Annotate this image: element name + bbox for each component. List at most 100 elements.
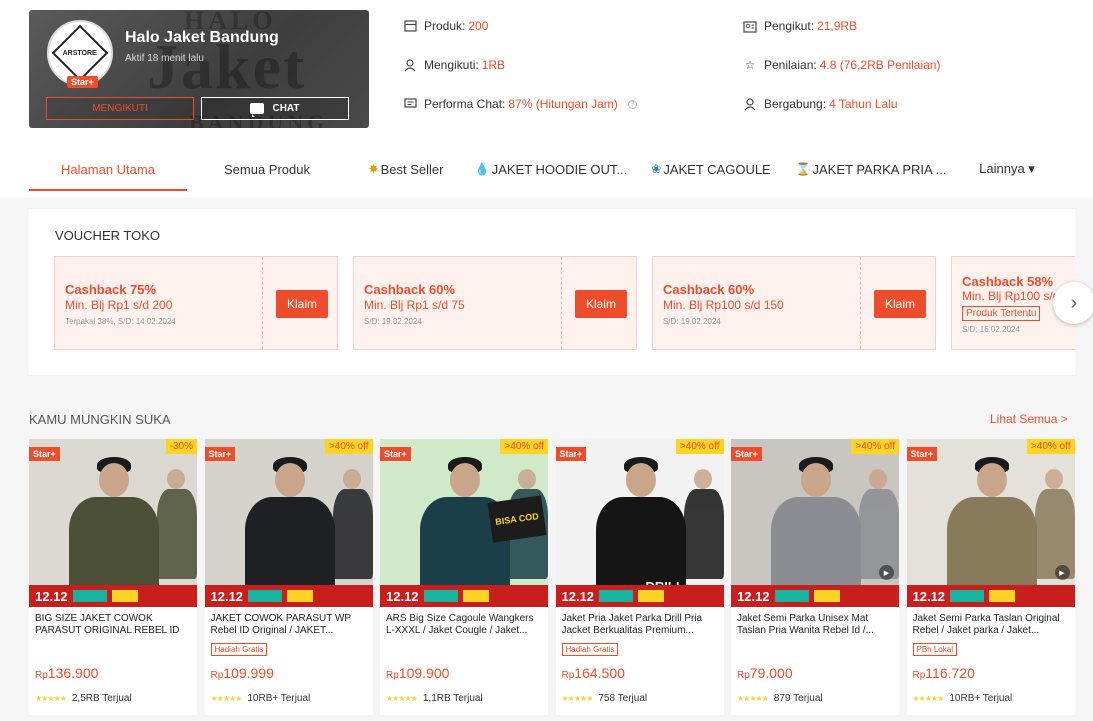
star-outline-icon: ☆ <box>744 58 756 72</box>
price-value: 136.900 <box>47 665 99 681</box>
product-name[interactable]: Jaket Semi Parka Taslan Original Rebel /… <box>913 613 1069 637</box>
help-icon[interactable]: ? <box>627 99 637 109</box>
promo-date: 12.12 <box>35 588 68 604</box>
tab-more[interactable]: Lainnya ▾ <box>957 147 1057 191</box>
product-rating: ★★★★★ 2,5RB Terjual <box>35 693 132 704</box>
tab-home[interactable]: Halaman Utama <box>29 147 187 191</box>
play-icon[interactable]: ▶ <box>879 565 894 580</box>
star-rating-icon: ★★★★★ <box>386 694 418 703</box>
product-card[interactable]: DRILL Star+ >40% off 12.12 Jaket Pria Ja… <box>555 439 724 715</box>
model-figure-side <box>332 469 373 579</box>
product-rating: ★★★★★ 10RB+ Terjual <box>211 693 311 704</box>
product-image[interactable]: Star+ -30% 12.12 <box>29 439 197 607</box>
stat-following: Mengikuti: 1RB <box>403 58 505 72</box>
product-name[interactable]: Jaket Semi Parka Unisex Mat Taslan Pria … <box>737 613 893 637</box>
voucher-strip: Cashback 75% Min. Blj Rp1 s/d 200 Terpak… <box>54 256 1075 352</box>
discount-badge: >40% off <box>851 439 899 454</box>
product-image[interactable]: Star+ >40% off ▶ 12.12 <box>906 439 1075 607</box>
model-figure-side <box>683 469 724 579</box>
product-card[interactable]: Star+ -30% 12.12 BIG SIZE JAKET COWOK PA… <box>29 439 197 715</box>
star-plus-badge: Star+ <box>380 447 411 461</box>
voucher-tag: Produk Tertentu <box>962 306 1041 321</box>
product-name[interactable]: BIG SIZE JAKET COWOK PARASUT ORIGINAL RE… <box>35 613 191 637</box>
sold-count: 10RB+ Terjual <box>949 693 1013 704</box>
stat-chat-performance: Performa Chat: 87% (Hitungan Jam) ? <box>403 97 637 111</box>
stat-label: Produk: <box>424 19 466 33</box>
product-name[interactable]: Jaket Pria Jaket Parka Drill Pria Jacket… <box>562 613 718 637</box>
voucher-validity: Terpakai 38%, S/D: 14.02.2024 <box>65 317 176 326</box>
tab-all-products[interactable]: Semua Produk <box>187 147 347 191</box>
currency: Rp <box>35 670 48 681</box>
recommend-section-title: KAMU MUNGKIN SUKA <box>29 412 171 427</box>
tab-best-seller[interactable]: ✸ Best Seller <box>347 147 465 191</box>
discount-badge: >40% off <box>1026 439 1075 454</box>
star-plus-badge: Star+ <box>204 447 236 461</box>
voucher-min-spend: Min. Blj Rp100 s/d 150 <box>663 298 784 312</box>
tab-label: Halaman Utama <box>61 161 155 177</box>
stat-products: Produk: 200 <box>403 19 488 33</box>
hourglass-icon: ⌛ <box>795 162 811 176</box>
product-card[interactable]: BISA COD Star+ >40% off 12.12 ARS Big Si… <box>380 439 548 715</box>
claim-button[interactable]: Klaim <box>276 290 328 318</box>
price-value: 79.000 <box>749 665 793 681</box>
followers-icon <box>743 19 757 33</box>
promo-banner: 12.12 <box>906 585 1075 607</box>
tab-jaket-cagoule[interactable]: ❀ JAKET CAGOULE <box>637 147 785 191</box>
product-image[interactable]: Star+ >40% off ▶ 12.12 <box>731 439 899 607</box>
logo-diamond: ARSTORE <box>51 24 109 82</box>
product-name[interactable]: JAKET COWOK PARASUT WP Rebel ID Original… <box>211 613 367 637</box>
stat-followers: Pengikut: 21,9RB <box>743 19 857 33</box>
product-card[interactable]: Star+ >40% off ▶ 12.12 Jaket Semi Parka … <box>906 439 1075 715</box>
star-plus-badge: Star+ <box>906 447 938 461</box>
promo-banner: 12.12 <box>204 585 373 607</box>
product-image[interactable]: DRILL Star+ >40% off 12.12 <box>555 439 724 607</box>
cod-sticker: BISA COD <box>487 495 547 543</box>
tab-jaket-parka[interactable]: ⌛ JAKET PARKA PRIA ... <box>785 147 957 191</box>
promo-date: 12.12 <box>386 588 419 604</box>
product-image[interactable]: Star+ >40% off 12.12 <box>204 439 373 607</box>
discount-badge: >40% off <box>500 439 548 454</box>
star-rating-icon: ★★★★★ <box>912 694 945 703</box>
promo-date: 12.12 <box>561 588 595 604</box>
product-name[interactable]: ARS Big Size Cagoule Wangkers L-XXXL / J… <box>386 613 542 637</box>
chat-button-label: CHAT <box>272 103 300 114</box>
stat-joined: Bergabung: 4 Tahun Lalu <box>743 97 898 111</box>
chevron-right-icon[interactable]: › <box>1053 282 1093 324</box>
stat-value: 21,9RB <box>817 19 858 33</box>
chat-bubble-icon <box>403 97 417 111</box>
product-card[interactable]: Star+ >40% off ▶ 12.12 Jaket Semi Parka … <box>731 439 899 715</box>
discount-badge: >40% off <box>675 439 724 454</box>
claim-button[interactable]: Klaim <box>874 290 926 318</box>
chat-button[interactable]: CHAT <box>201 97 349 120</box>
tab-jaket-hoodie[interactable]: 💧 JAKET HOODIE OUT... <box>465 147 637 191</box>
stat-label: Mengikuti: <box>424 58 479 72</box>
stat-label: Bergabung: <box>764 97 827 111</box>
voucher-section-title: VOUCHER TOKO <box>55 228 160 243</box>
product-image[interactable]: BISA COD Star+ >40% off 12.12 <box>380 439 548 607</box>
stat-value: 4.8 (76,2RB Penilaian) <box>819 58 941 72</box>
follow-button[interactable]: MENGIKUTI <box>46 97 194 120</box>
product-card[interactable]: Star+ >40% off 12.12 JAKET COWOK PARASUT… <box>204 439 373 715</box>
star-rating-icon: ★★★★★ <box>210 694 243 703</box>
model-figure-side <box>157 469 197 579</box>
see-all-link[interactable]: Lihat Semua > <box>990 412 1068 426</box>
voucher-title: Cashback 60% <box>663 282 755 297</box>
price-value: 109.900 <box>398 665 450 681</box>
star-plus-badge: Star+ <box>67 76 98 88</box>
model-figure-side <box>1034 469 1075 579</box>
currency: Rp <box>737 670 750 681</box>
play-icon[interactable]: ▶ <box>1054 565 1070 580</box>
product-price: Rp109.999 <box>211 665 274 681</box>
product-rating: ★★★★★ 879 Terjual <box>737 693 823 704</box>
star-plus-badge: Star+ <box>555 447 587 461</box>
store-icon <box>403 19 417 33</box>
claim-button[interactable]: Klaim <box>575 290 627 318</box>
tab-label: JAKET PARKA PRIA ... <box>812 161 947 177</box>
star-rating-icon: ★★★★★ <box>737 694 769 703</box>
sold-count: 1,1RB Terjual <box>422 693 483 704</box>
chat-icon <box>250 103 265 117</box>
voucher-validity: S/D: 19.02.2024 <box>663 317 721 326</box>
promo-date: 12.12 <box>210 588 244 604</box>
voucher-title: Cashback 60% <box>364 282 456 297</box>
flower-icon: ❀ <box>651 162 662 176</box>
